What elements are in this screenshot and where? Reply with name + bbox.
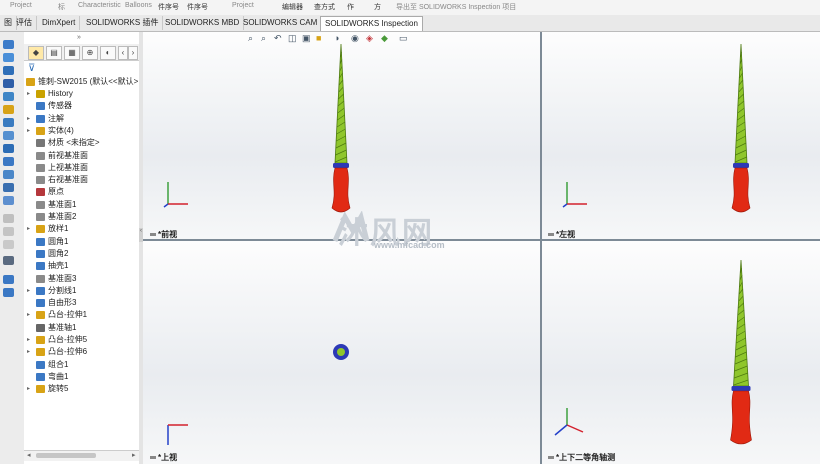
axis-z-line [554, 424, 568, 436]
viewport-label-text: *上视 [158, 453, 178, 462]
viewport-label-front: *前视 [150, 229, 177, 240]
viewport-label-text: *上下二等角轴测 [556, 453, 616, 462]
model-graphics [163, 43, 752, 445]
view-tag-icon [150, 233, 156, 237]
axis-z-line [562, 203, 568, 208]
viewport-label-text: *前视 [158, 230, 178, 239]
guard [733, 163, 749, 168]
handle [731, 167, 751, 213]
guard [333, 163, 349, 168]
top-view-blade-tip [337, 348, 345, 356]
axis-x-line [566, 424, 584, 433]
handle [331, 167, 351, 213]
view-tag-icon [150, 456, 156, 460]
viewport-label-top: *上视 [150, 452, 177, 463]
viewport-label-left: *左视 [548, 229, 575, 240]
view-tag-icon [548, 456, 554, 460]
view-tag-icon [548, 233, 554, 237]
handle [730, 390, 752, 445]
axis-z-line [163, 203, 169, 208]
guard [731, 386, 751, 391]
blade [733, 259, 749, 387]
viewport-label-dimetric: *上下二等角轴测 [548, 452, 615, 463]
viewport-label-text: *左视 [556, 230, 576, 239]
